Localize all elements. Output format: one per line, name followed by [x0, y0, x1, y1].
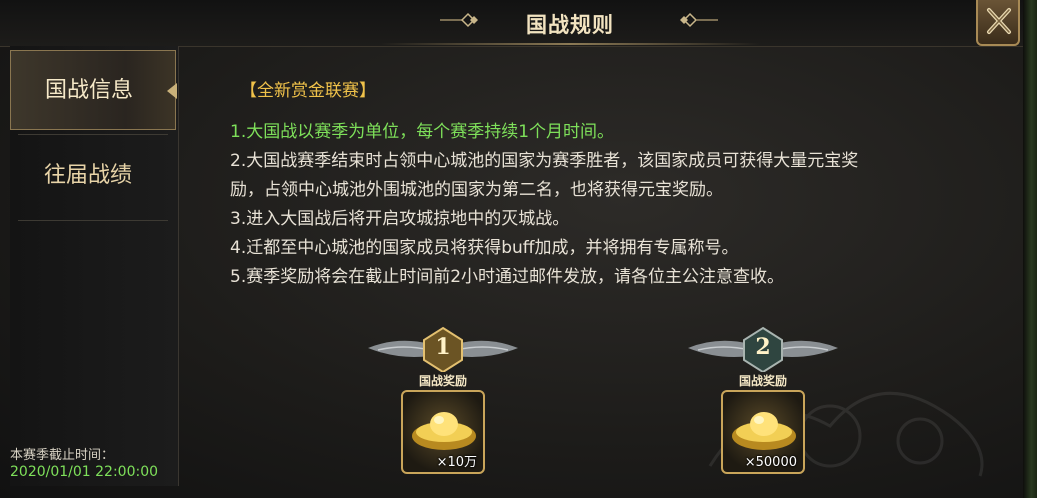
title-bar: 国战规则 — [0, 0, 1023, 47]
close-button[interactable] — [976, 0, 1020, 46]
close-x-icon — [987, 8, 1011, 34]
tab-guozhan-info[interactable]: 国战信息 — [10, 50, 177, 130]
reward-rank-2: 2 国战奖励 ×50000 — [678, 326, 848, 496]
reward-item-slot[interactable]: ×10万 — [401, 390, 485, 474]
tab-label: 往届战绩 — [44, 163, 133, 188]
section-heading: 【全新赏金联赛】 — [240, 81, 376, 101]
rule-line: 5.赛季奖励将会在截止时间前2小时通过邮件发放，请各位主公注意查收。 — [230, 267, 785, 287]
rules-list: 1.大国战以赛季为单位，每个赛季持续1个月时间。 2.大国战赛季结束时占领中心城… — [230, 118, 970, 292]
right-ornament-icon — [680, 12, 718, 28]
deadline-value: 2020/01/01 22:00:00 — [10, 464, 159, 480]
rule-line: 3.进入大国战后将开启攻城掠地中的灭城战。 — [230, 209, 570, 229]
page-title: 国战规则 — [526, 13, 614, 37]
background-edge — [1023, 0, 1037, 498]
gold-ingot-icon — [732, 412, 796, 450]
sidebar: 国战信息 往届战绩 — [10, 46, 179, 486]
rule-line: 4.迁都至中心城池的国家成员将获得buff加成，并将拥有专属称号。 — [230, 238, 739, 258]
rule-line: 励，占领中心城池外围城池的国家为第二名，也将获得元宝奖励。 — [230, 180, 723, 200]
title-divider — [380, 43, 760, 45]
left-ornament-icon — [440, 12, 478, 28]
reward-rank-1: 1 国战奖励 ×10万 — [358, 326, 528, 496]
rule-line: 1.大国战以赛季为单位，每个赛季持续1个月时间。 — [230, 122, 615, 142]
deadline-label: 本赛季截止时间： — [10, 448, 115, 463]
reward-label: 国战奖励 — [738, 374, 787, 388]
reward-quantity: ×10万 — [436, 455, 477, 470]
rule-line: 2.大国战赛季结束时占领中心城池的国家为赛季胜者，该国家成员可获得大量元宝奖 — [230, 151, 859, 171]
tab-label: 国战信息 — [45, 78, 134, 103]
active-tab-arrow-icon — [167, 83, 177, 99]
rank-number: 2 — [755, 334, 771, 360]
reward-label: 国战奖励 — [418, 374, 467, 388]
tab-past-records[interactable]: 往届战绩 — [10, 136, 176, 216]
tab-divider — [18, 134, 168, 135]
rules-panel: 【全新赏金联赛】 1.大国战以赛季为单位，每个赛季持续1个月时间。 2.大国战赛… — [180, 46, 1023, 486]
gold-ingot-icon — [412, 412, 476, 450]
reward-item-slot[interactable]: ×50000 — [721, 390, 805, 474]
reward-quantity: ×50000 — [744, 455, 797, 470]
tab-divider — [18, 220, 168, 221]
rank-number: 1 — [435, 334, 451, 360]
